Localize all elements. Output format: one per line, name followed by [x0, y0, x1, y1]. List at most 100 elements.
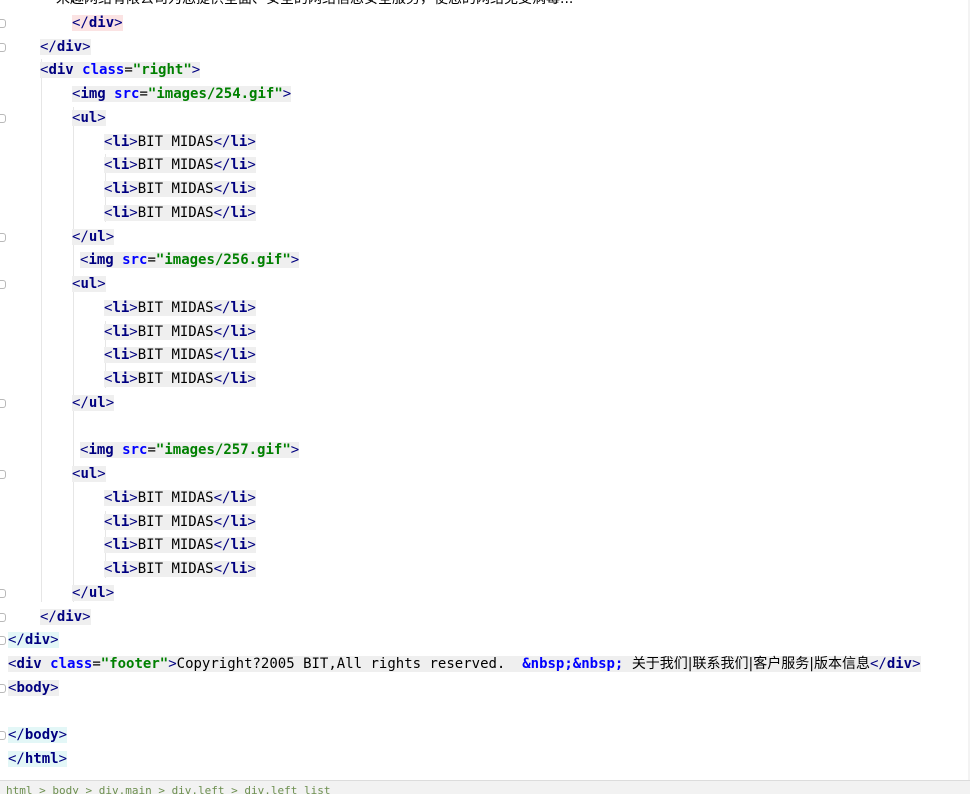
- code-text: =: [124, 62, 133, 79]
- tag-bracket: >: [290, 252, 300, 269]
- attr-value: "images/256.gif": [155, 252, 291, 269]
- tag-bracket: </: [213, 323, 231, 340]
- tag-bracket: >: [912, 656, 921, 672]
- indent-guide: [41, 59, 42, 602]
- code-text: Copyright?2005 BIT,All rights reserved.: [176, 656, 523, 672]
- tag-bracket: >: [290, 442, 300, 459]
- code-line[interactable]: <ul>: [72, 273, 106, 295]
- code-line[interactable]: </div>: [40, 36, 91, 58]
- tag-bracket: >: [58, 727, 68, 744]
- fold-marker-icon[interactable]: [0, 42, 6, 52]
- fold-marker-icon[interactable]: [0, 612, 6, 622]
- code-line[interactable]: <li>BIT MIDAS</li>: [104, 321, 256, 343]
- code-line[interactable]: <body>: [8, 677, 59, 699]
- tag-name: li: [112, 133, 130, 150]
- code-line[interactable]: <li>BIT MIDAS</li>: [104, 558, 256, 580]
- fold-marker-icon[interactable]: [0, 636, 6, 646]
- tag-bracket: >: [129, 347, 138, 364]
- fold-marker-icon[interactable]: [0, 232, 6, 242]
- code-line[interactable]: <li>BIT MIDAS</li>: [104, 297, 256, 319]
- code-text: BIT MIDAS: [137, 299, 214, 316]
- tag-bracket: >: [50, 679, 59, 696]
- code-line[interactable]: <li>BIT MIDAS</li>: [104, 178, 256, 200]
- tag-name: li: [230, 561, 248, 577]
- code-line[interactable]: </html>: [8, 748, 68, 770]
- tag-name: li: [112, 181, 130, 197]
- tag-bracket: >: [97, 109, 106, 126]
- tag-name: li: [112, 489, 130, 506]
- fold-marker-icon[interactable]: [0, 280, 6, 289]
- tag-name: div: [56, 38, 83, 55]
- code-line[interactable]: </div>: [72, 12, 123, 34]
- code-editor[interactable]: 宋趣网络有限公司为您提供全面、安全的网络信息安全服务，使您的网络免受病毒... <…: [0, 0, 970, 780]
- code-line[interactable]: </body>: [8, 724, 68, 746]
- fold-marker-icon[interactable]: [0, 588, 6, 598]
- fold-marker-icon[interactable]: [0, 731, 6, 741]
- tag-name: img: [88, 252, 114, 269]
- tag-bracket: >: [105, 228, 115, 245]
- code-line[interactable]: </div>: [40, 606, 91, 628]
- tag-bracket: >: [82, 608, 91, 625]
- code-line[interactable]: </div>: [8, 629, 59, 651]
- tag-bracket: >: [168, 656, 177, 672]
- tag-bracket: >: [129, 489, 138, 506]
- code-line[interactable]: <img src="images/257.gif">: [80, 439, 300, 461]
- code-line[interactable]: </ul>: [72, 392, 115, 414]
- tag-bracket: >: [129, 133, 138, 150]
- tag-bracket: </: [8, 751, 25, 767]
- tag-bracket: </: [72, 584, 89, 601]
- tag-bracket: </: [213, 371, 231, 387]
- code-text: BIT MIDAS: [137, 489, 214, 506]
- code-text: BIT MIDAS: [137, 157, 214, 174]
- code-line[interactable]: <img src="images/254.gif">: [72, 83, 292, 105]
- tag-name: li: [230, 537, 248, 554]
- code-line[interactable]: <ul>: [72, 107, 106, 129]
- tag-bracket: >: [191, 62, 201, 79]
- tag-name: ul: [88, 584, 106, 601]
- code-line[interactable]: 宋趣网络有限公司为您提供全面、安全的网络信息安全服务，使您的网络免受病毒...: [56, 0, 573, 10]
- tag-bracket: </: [213, 299, 231, 316]
- fold-marker-icon[interactable]: [0, 18, 6, 28]
- code-line[interactable]: <ul>: [72, 463, 106, 485]
- fold-marker-icon[interactable]: [0, 683, 6, 693]
- tag-bracket: >: [247, 323, 256, 340]
- code-line[interactable]: </ul>: [72, 226, 115, 248]
- code-line[interactable]: <li>BIT MIDAS</li>: [104, 154, 256, 176]
- tag-name: html: [24, 751, 59, 767]
- code-line[interactable]: <div class="right">: [40, 59, 201, 81]
- code-line[interactable]: <div class="footer">Copyright?2005 BIT,A…: [8, 653, 921, 675]
- code-line[interactable]: <li>BIT MIDAS</li>: [104, 131, 256, 153]
- fold-marker-icon[interactable]: [0, 398, 6, 408]
- tag-name: li: [230, 133, 248, 150]
- tag-bracket: >: [129, 204, 138, 221]
- code-line[interactable]: <img src="images/256.gif">: [80, 249, 300, 271]
- code-text: =: [139, 86, 148, 102]
- tag-name: li: [112, 157, 130, 174]
- tag-bracket: >: [247, 347, 256, 364]
- tag-bracket: </: [8, 632, 25, 649]
- code-line[interactable]: <li>BIT MIDAS</li>: [104, 202, 256, 224]
- code-line[interactable]: <li>BIT MIDAS</li>: [104, 368, 256, 390]
- tag-name: li: [112, 561, 130, 577]
- tag-name: div: [886, 656, 913, 672]
- tag-bracket: >: [129, 371, 138, 387]
- tag-name: li: [230, 513, 248, 530]
- tag-name: li: [230, 204, 248, 221]
- tag-bracket: </: [72, 394, 89, 411]
- tag-name: li: [112, 204, 130, 221]
- attr-value: "right": [132, 62, 192, 79]
- code-line[interactable]: <li>BIT MIDAS</li>: [104, 487, 256, 509]
- code-line[interactable]: <li>BIT MIDAS</li>: [104, 534, 256, 556]
- tag-bracket: >: [82, 38, 91, 55]
- tag-bracket: </: [8, 727, 25, 744]
- code-line[interactable]: <li>BIT MIDAS</li>: [104, 344, 256, 366]
- fold-marker-icon[interactable]: [0, 113, 6, 123]
- code-line[interactable]: </ul>: [72, 582, 115, 604]
- fold-marker-icon[interactable]: [0, 470, 6, 479]
- code-text: BIT MIDAS: [137, 323, 214, 340]
- tag-bracket: </: [40, 608, 57, 625]
- code-line[interactable]: <li>BIT MIDAS</li>: [104, 511, 256, 533]
- code-text: BIT MIDAS: [137, 513, 214, 530]
